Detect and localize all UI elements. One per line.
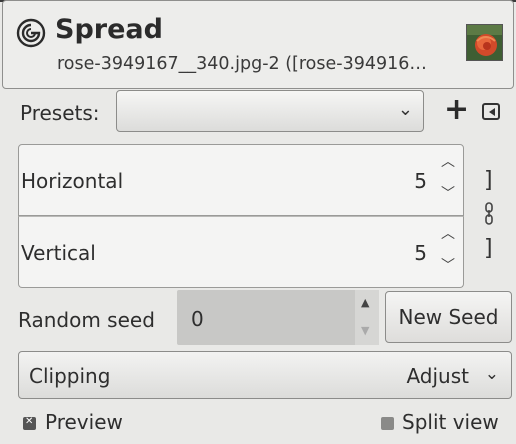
random-seed-field[interactable]: 0 ▲ ▼ [177, 290, 379, 345]
new-seed-button[interactable]: New Seed [385, 291, 512, 343]
vertical-label: Vertical [21, 241, 96, 265]
chevron-down-icon[interactable]: ﹀ [441, 255, 455, 275]
presets-menu-button[interactable] [482, 103, 500, 120]
preview-checkbox[interactable] [23, 416, 36, 430]
clipping-label: Clipping [29, 364, 111, 388]
chain-bracket-bottom: ] [484, 236, 493, 261]
triangle-down-icon[interactable]: ▼ [361, 324, 369, 337]
spread-icon [16, 18, 46, 48]
split-view-label[interactable]: Split view [402, 410, 499, 434]
chevron-down-icon: ⌄ [397, 99, 413, 120]
chain-link-icon[interactable] [483, 202, 495, 226]
horizontal-value[interactable]: 5 [414, 169, 427, 193]
random-seed-value[interactable]: 0 [191, 307, 204, 331]
horizontal-spinscale[interactable]: Horizontal 5 ︿ ﹀ [18, 144, 464, 216]
vertical-spinscale[interactable]: Vertical 5 ︿ ﹀ [18, 216, 464, 288]
rose-thumbnail [466, 24, 503, 61]
add-preset-button[interactable]: + [444, 95, 469, 125]
random-seed-stepper[interactable]: ▲ ▼ [355, 290, 379, 345]
presets-dropdown[interactable]: ⌄ [116, 90, 424, 132]
horizontal-label: Horizontal [21, 169, 124, 193]
vertical-stepper[interactable]: ︿ ﹀ [433, 217, 463, 289]
chevron-up-icon[interactable]: ︿ [441, 223, 455, 243]
horizontal-stepper[interactable]: ︿ ﹀ [433, 145, 463, 217]
chevron-down-icon: ⌄ [484, 364, 499, 384]
random-seed-label: Random seed [18, 308, 155, 332]
chevron-down-icon[interactable]: ﹀ [441, 183, 455, 203]
dialog-title: Spread [55, 14, 163, 45]
presets-label: Presets: [20, 101, 100, 125]
preview-label[interactable]: Preview [45, 410, 123, 434]
vertical-value[interactable]: 5 [414, 241, 427, 265]
chevron-up-icon[interactable]: ︿ [441, 151, 455, 171]
image-subtitle: rose-3949167__340.jpg-2 ([rose-394916… [57, 54, 427, 74]
clipping-value: Adjust [406, 364, 469, 388]
clipping-dropdown[interactable]: Clipping Adjust ⌄ [18, 351, 512, 399]
chain-bracket-top: ] [484, 168, 493, 193]
triangle-up-icon[interactable]: ▲ [361, 296, 369, 309]
split-view-checkbox[interactable] [381, 417, 394, 430]
